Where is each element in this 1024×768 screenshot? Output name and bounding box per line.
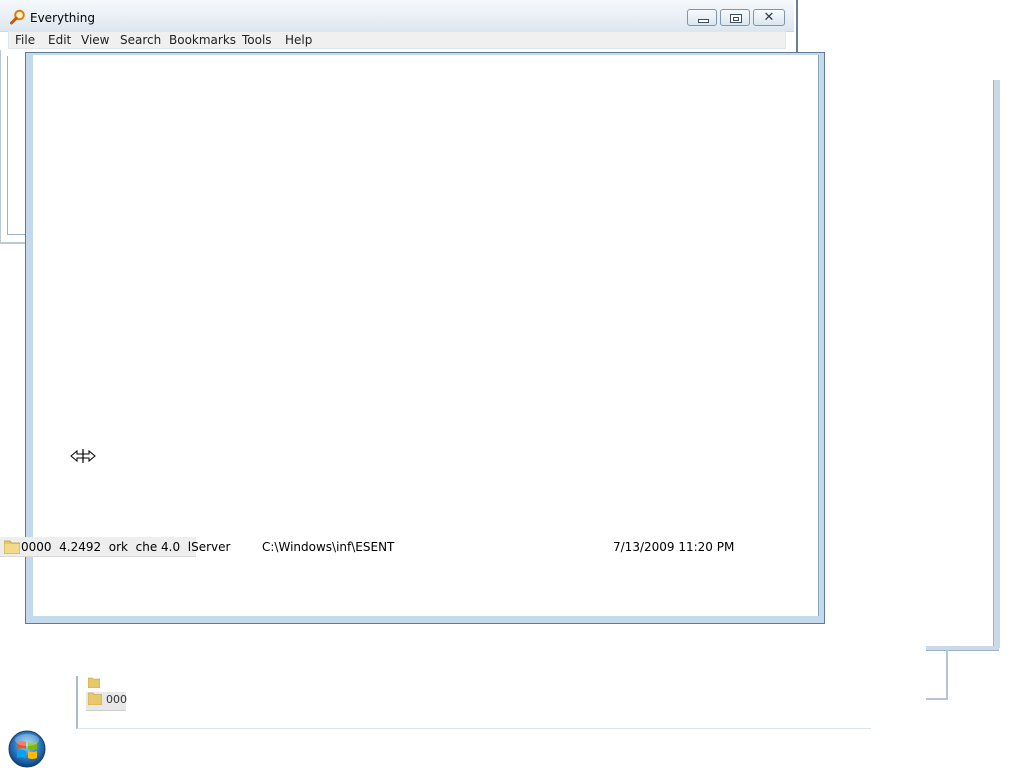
table-row[interactable]: 0000 4.2492 ork che 4.0 lServer C:\Windo…	[0, 537, 785, 557]
menu-help[interactable]: Help	[285, 33, 312, 47]
background-window-corner	[926, 650, 948, 700]
background-window-fragment-left	[0, 50, 27, 244]
file-name: 0000 4.2492 ork che 4.0 lServer	[21, 540, 231, 554]
folder-icon	[88, 677, 100, 688]
background-row-fragment-text: 000	[106, 693, 127, 706]
horizontal-resize-cursor-icon	[70, 449, 96, 463]
folder-icon	[4, 540, 20, 554]
maximize-icon	[730, 14, 742, 23]
title-bar[interactable]	[0, 0, 794, 32]
menu-search[interactable]: Search	[120, 33, 161, 47]
menu-view[interactable]: View	[81, 33, 109, 47]
menu-tools[interactable]: Tools	[242, 33, 272, 47]
window-title: Everything	[30, 11, 95, 25]
menu-edit[interactable]: Edit	[48, 33, 71, 47]
date-modified: 7/13/2009 11:20 PM	[613, 540, 735, 554]
minimize-icon	[698, 19, 709, 23]
maximize-button[interactable]	[720, 9, 750, 26]
menu-bar: File Edit View Search Bookmarks Tools He…	[8, 31, 786, 49]
file-path: C:\Windows\inf\ESENT	[262, 540, 395, 554]
close-button[interactable]: ✕	[753, 9, 785, 26]
name-cell: 0000 4.2492 ork che 4.0 lServer	[0, 537, 230, 557]
background-window-fragment-inner	[7, 56, 26, 235]
windows-start-orb-icon[interactable]	[8, 730, 46, 768]
minimize-button[interactable]	[687, 9, 717, 26]
close-icon: ✕	[763, 10, 775, 25]
background-window-panel-bottom: 000	[76, 676, 871, 729]
menu-bookmarks[interactable]: Bookmarks	[169, 33, 236, 47]
magnifier-icon	[10, 9, 25, 25]
folder-icon	[88, 692, 102, 705]
results-list[interactable]	[33, 55, 819, 616]
background-window-edge-right	[993, 80, 1000, 648]
menu-file[interactable]: File	[15, 33, 35, 47]
